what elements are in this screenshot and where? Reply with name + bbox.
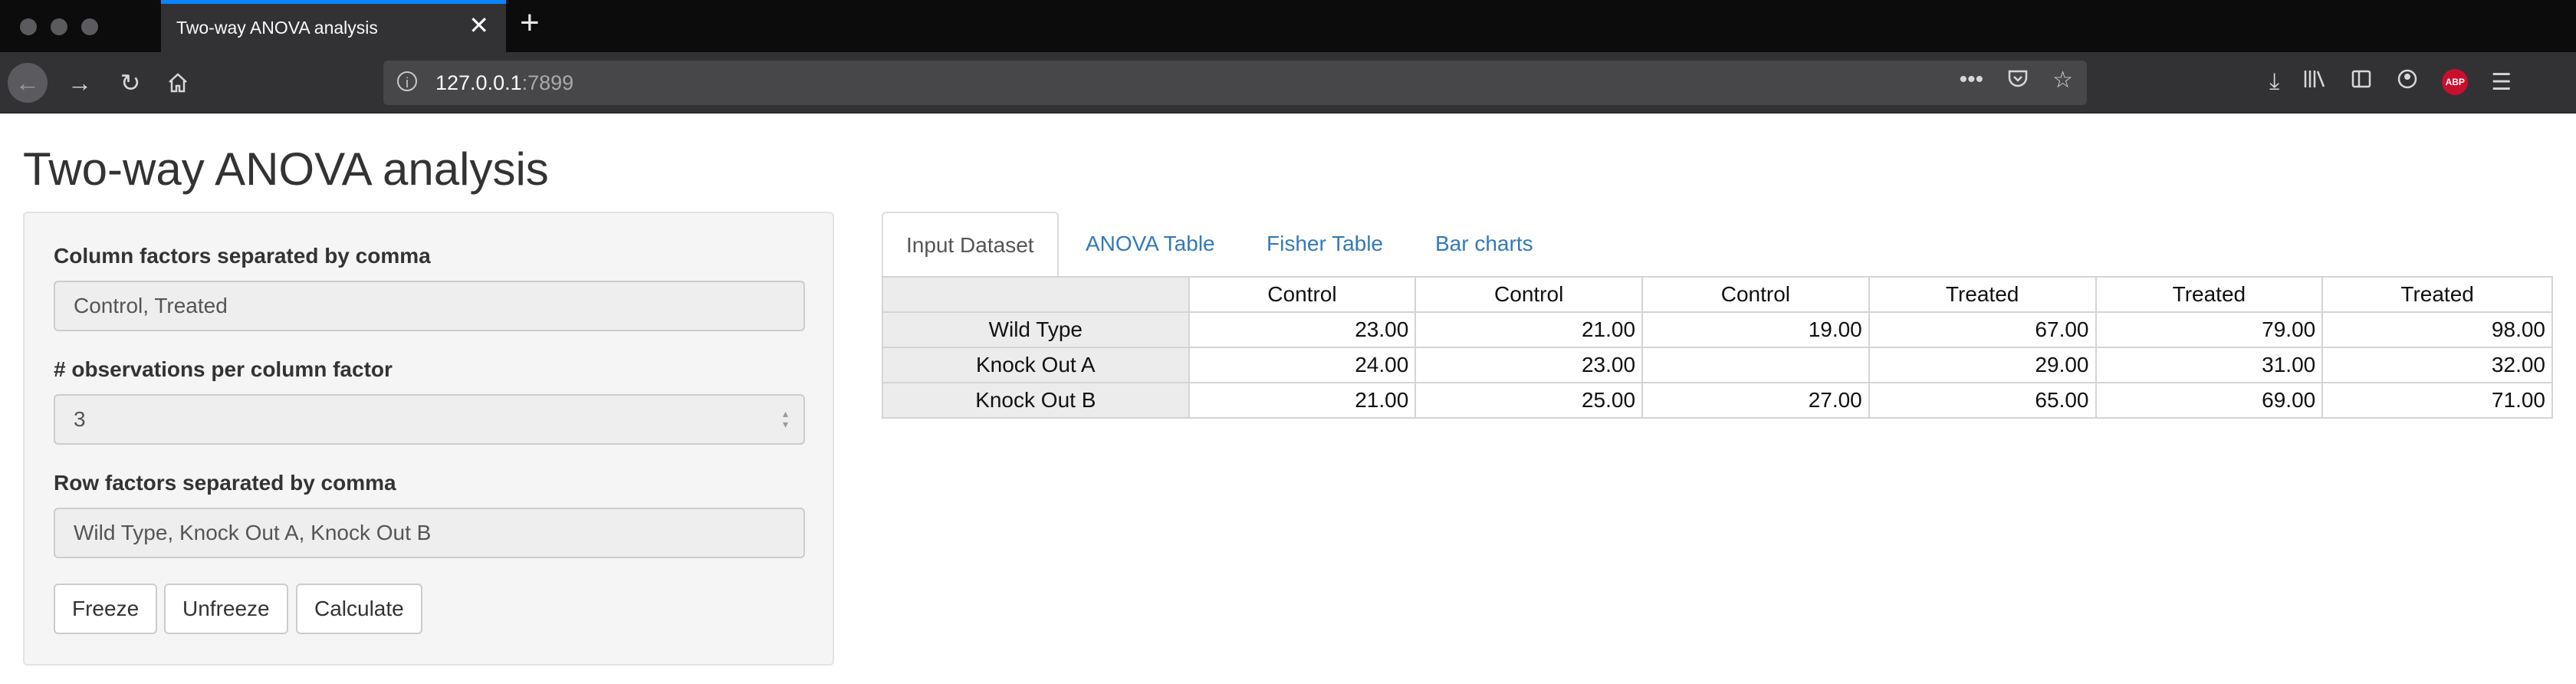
table-cell bbox=[1641, 347, 1870, 383]
account-icon[interactable] bbox=[2396, 67, 2419, 97]
table-cell: 67.00 bbox=[1868, 311, 2097, 348]
new-tab-icon[interactable]: + bbox=[520, 6, 540, 40]
input-dataset-table: Control Control Control Treated Treated … bbox=[882, 276, 2553, 419]
home-icon[interactable] bbox=[158, 63, 198, 103]
forward-icon[interactable]: → bbox=[60, 63, 100, 103]
window-minimize-dot[interactable] bbox=[51, 18, 67, 35]
browser-tab[interactable]: Two-way ANOVA analysis ✕ bbox=[161, 0, 506, 52]
observations-input[interactable]: 3 ▴ ▾ bbox=[54, 394, 805, 445]
table-row: Wild Type 23.00 21.00 19.00 67.00 79.00 … bbox=[882, 311, 2553, 348]
pocket-icon[interactable] bbox=[2006, 67, 2029, 96]
column-header: Control bbox=[1188, 276, 1417, 313]
input-panel: Column factors separated by comma Contro… bbox=[23, 212, 834, 666]
table-cell: 21.00 bbox=[1414, 311, 1644, 348]
tab-input-dataset[interactable]: Input Dataset bbox=[882, 212, 1059, 279]
table-cell: 29.00 bbox=[1868, 347, 2097, 383]
table-cell: 24.00 bbox=[1188, 347, 1417, 383]
table-cell: 23.00 bbox=[1188, 311, 1417, 348]
back-icon[interactable]: ← bbox=[8, 63, 48, 103]
row-header: Knock Out B bbox=[882, 382, 1190, 419]
column-factors-label: Column factors separated by comma bbox=[54, 244, 431, 268]
table-cell: 98.00 bbox=[2321, 311, 2553, 348]
results-tabs: Input Dataset ANOVA Table Fisher Table B… bbox=[882, 212, 2553, 279]
column-header: Treated bbox=[1868, 276, 2097, 313]
window-close-dot[interactable] bbox=[20, 18, 37, 35]
table-cell: 19.00 bbox=[1641, 311, 1870, 348]
unfreeze-button[interactable]: Unfreeze bbox=[164, 584, 288, 634]
table-cell: 32.00 bbox=[2321, 347, 2553, 383]
spinner-arrows-icon[interactable]: ▴ ▾ bbox=[783, 408, 788, 429]
more-actions-icon[interactable]: ••• bbox=[1960, 67, 1984, 96]
column-header: Control bbox=[1641, 276, 1870, 313]
table-cell: 31.00 bbox=[2095, 347, 2324, 383]
observations-label: # observations per column factor bbox=[54, 357, 393, 381]
page-title: Two-way ANOVA analysis bbox=[23, 143, 549, 195]
adblock-plus-icon[interactable]: ABP bbox=[2442, 69, 2469, 95]
table-cell: 21.00 bbox=[1188, 382, 1417, 419]
browser-nav-bar: ← → ↻ i 127.0.0.1:7899 ••• ☆ ⤓ ABP ☰ bbox=[0, 52, 2576, 113]
table-corner-cell bbox=[882, 276, 1190, 313]
row-header: Wild Type bbox=[882, 311, 1190, 348]
menu-icon[interactable]: ☰ bbox=[2491, 69, 2512, 96]
table-cell: 27.00 bbox=[1641, 382, 1870, 419]
column-header: Control bbox=[1414, 276, 1644, 313]
calculate-button[interactable]: Calculate bbox=[296, 584, 422, 634]
tab-bar-charts[interactable]: Bar charts bbox=[1412, 212, 1556, 278]
column-header: Treated bbox=[2321, 276, 2553, 313]
browser-tab-strip: Two-way ANOVA analysis ✕ + bbox=[0, 0, 2576, 52]
row-factors-input[interactable]: Wild Type, Knock Out A, Knock Out B bbox=[54, 508, 805, 558]
table-cell: 65.00 bbox=[1868, 382, 2097, 419]
table-cell: 79.00 bbox=[2095, 311, 2324, 348]
row-header: Knock Out A bbox=[882, 347, 1190, 383]
tab-fisher-table[interactable]: Fisher Table bbox=[1244, 212, 1406, 278]
table-row: Knock Out B 21.00 25.00 27.00 65.00 69.0… bbox=[882, 382, 2553, 419]
tab-anova-table[interactable]: ANOVA Table bbox=[1063, 212, 1238, 278]
freeze-button[interactable]: Freeze bbox=[54, 584, 158, 634]
table-cell: 69.00 bbox=[2095, 382, 2324, 419]
window-maximize-dot[interactable] bbox=[81, 18, 98, 35]
downloads-icon[interactable]: ⤓ bbox=[2269, 69, 2279, 95]
table-row: Knock Out A 24.00 23.00 29.00 31.00 32.0… bbox=[882, 347, 2553, 383]
sidebar-toggle-icon[interactable] bbox=[2350, 67, 2373, 97]
reload-icon[interactable]: ↻ bbox=[110, 63, 150, 103]
column-factors-input[interactable]: Control, Treated bbox=[54, 281, 805, 331]
observations-value: 3 bbox=[74, 407, 86, 431]
table-cell: 71.00 bbox=[2321, 382, 2553, 419]
table-header-row: Control Control Control Treated Treated … bbox=[882, 276, 2553, 313]
tab-close-icon[interactable]: ✕ bbox=[468, 13, 489, 38]
library-icon[interactable] bbox=[2302, 67, 2327, 97]
browser-tab-title: Two-way ANOVA analysis bbox=[176, 18, 378, 38]
table-cell: 25.00 bbox=[1414, 382, 1644, 419]
table-cell: 23.00 bbox=[1414, 347, 1644, 383]
url-text: 127.0.0.1:7899 bbox=[435, 71, 574, 94]
site-info-icon[interactable]: i bbox=[397, 71, 417, 91]
bookmark-star-icon[interactable]: ☆ bbox=[2052, 67, 2073, 96]
row-factors-label: Row factors separated by comma bbox=[54, 471, 396, 495]
address-bar[interactable]: i 127.0.0.1:7899 ••• ☆ bbox=[383, 61, 2087, 105]
column-header: Treated bbox=[2095, 276, 2324, 313]
